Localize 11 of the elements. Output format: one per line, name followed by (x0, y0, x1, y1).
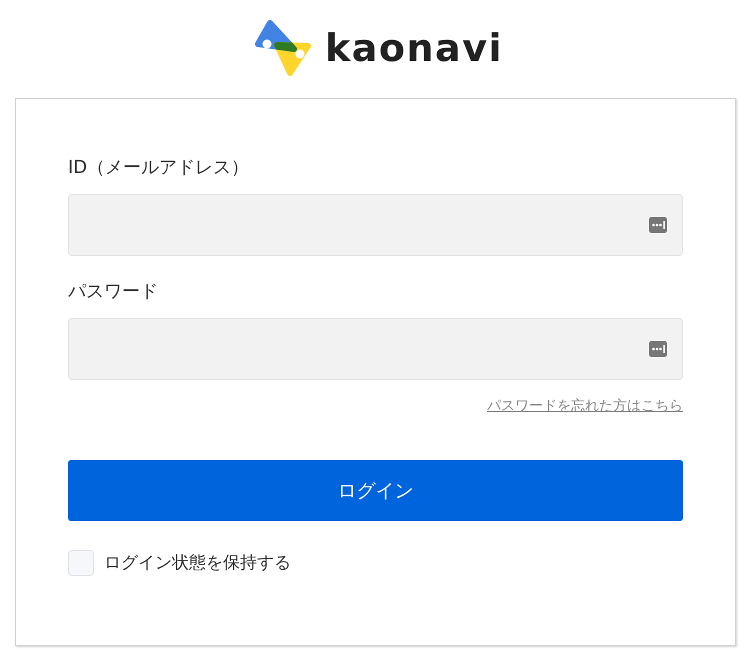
field-label: ID（メールアドレス） (68, 156, 250, 180)
dots-icon (649, 341, 667, 357)
forgot-password-link[interactable]: パスワードを忘れた方はこちら (487, 396, 683, 416)
login-button[interactable]: ログイン (68, 460, 683, 521)
dots-icon (649, 217, 667, 233)
input-field[interactable] (68, 318, 683, 380)
input-field[interactable] (68, 194, 683, 256)
checkbox[interactable] (68, 550, 94, 576)
logo-wordmark: kaonavi (324, 26, 503, 70)
checkbox-label[interactable]: ログイン状態を保持する (104, 550, 291, 576)
field-label: パスワード (68, 280, 159, 304)
